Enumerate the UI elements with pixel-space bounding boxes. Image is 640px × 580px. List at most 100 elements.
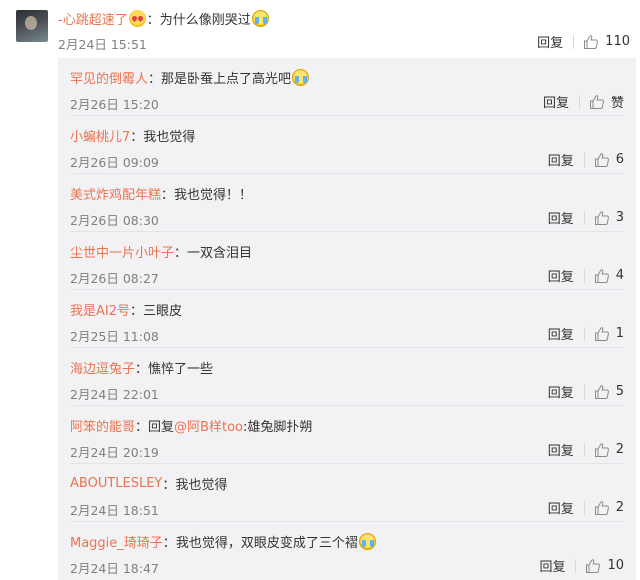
colon: ： (162, 535, 176, 551)
reply-button[interactable]: 回复 (548, 150, 574, 169)
list-item: 我是AI2号 ： 三眼皮 2月25日 11:08 回复 1 (58, 290, 636, 348)
reply-username[interactable]: ABOUTLESLEY (70, 476, 162, 491)
colon: ： (130, 303, 144, 319)
divider (583, 210, 585, 225)
avatar[interactable] (16, 10, 48, 42)
reply-time: 2月26日 08:30 (70, 213, 159, 228)
reply-time: 2月26日 09:09 (70, 155, 159, 170)
colon: ： (146, 12, 160, 28)
reply-time: 2月25日 11:08 (70, 329, 159, 344)
like-count: 1 (615, 326, 624, 341)
heart-eyes-emoji-icon (128, 9, 146, 27)
reply-time: 2月26日 15:20 (70, 97, 159, 112)
like-count: 110 (605, 34, 630, 49)
colon: ： (162, 477, 176, 493)
thumbs-up-icon[interactable] (594, 384, 610, 400)
reply-username[interactable]: 小蝙桃儿7 (70, 126, 130, 145)
divider (578, 94, 580, 109)
reply-username[interactable]: Maggie_琦琦子 (70, 532, 163, 551)
reply-prefix: 回复 (148, 419, 175, 435)
reply-button[interactable]: 回复 (548, 382, 574, 401)
like-count: 4 (615, 268, 624, 283)
reply-time: 2月24日 18:47 (70, 561, 159, 576)
reply-username[interactable]: 我是AI2号 (70, 300, 130, 319)
thumbs-up-icon[interactable] (594, 442, 610, 458)
reply-button[interactable]: 回复 (548, 208, 574, 227)
divider (583, 442, 585, 457)
thumbs-up-icon[interactable] (583, 34, 599, 50)
top-comment-time: 2月24日 15:51 (58, 37, 147, 52)
reply-username[interactable]: 罕见的倒霉人 (70, 68, 148, 87)
divider (583, 500, 585, 515)
like-count: 2 (615, 442, 624, 457)
reply-username[interactable]: 美式炸鸡配年糕 (70, 184, 161, 203)
divider (583, 268, 585, 283)
thumbs-up-icon[interactable] (589, 94, 605, 110)
thumbs-up-icon[interactable] (585, 558, 601, 574)
like-count: 赞 (610, 96, 624, 111)
list-item: 海边逗兔子 ： 憔悴了一些 2月24日 22:01 回复 5 (58, 348, 636, 406)
reply-text: 我也觉得 (175, 477, 228, 493)
list-item: 尘世中一片小叶子 ： 一双含泪目 2月26日 08:27 回复 4 (58, 232, 636, 290)
like-count: 2 (615, 500, 624, 515)
reply-button[interactable]: 回复 (548, 440, 574, 459)
cry-emoji-icon (251, 9, 269, 27)
top-comment-line: -心跳超速了 ： 为什么像刚哭过 (58, 8, 270, 28)
reply-button[interactable]: 回复 (537, 32, 563, 51)
reply-button[interactable]: 回复 (548, 498, 574, 517)
list-item: 阿笨的能哥 ： 回复 @阿B样too :雄兔脚扑朔 2月24日 20:19 回复… (58, 406, 636, 464)
list-item: Maggie_琦琦子 ： 我也觉得，双眼皮变成了三个褶 2月24日 18:47 … (58, 522, 636, 580)
thumbs-up-icon[interactable] (594, 268, 610, 284)
like-count: 6 (615, 152, 624, 167)
reply-text: 那是卧蚕上点了高光吧 (161, 71, 292, 87)
divider (573, 34, 575, 49)
reply-text: :雄兔脚扑朔 (242, 419, 313, 435)
thumbs-up-icon[interactable] (594, 210, 610, 226)
top-comment: -心跳超速了 ： 为什么像刚哭过 2月24日 15:51 回复 110 (0, 0, 640, 58)
reply-button[interactable]: 回复 (548, 266, 574, 285)
reply-text: 我也觉得！！ (174, 187, 253, 203)
thumbs-up-icon[interactable] (594, 152, 610, 168)
mention-link[interactable]: @阿B样too (174, 416, 243, 435)
list-item: ABOUTLESLEY ： 我也觉得 2月24日 18:51 回复 2 (58, 464, 636, 522)
reply-text: 我也觉得 (143, 129, 196, 145)
reply-time: 2月24日 22:01 (70, 387, 159, 402)
colon: ： (135, 419, 149, 435)
reply-text: 一双含泪目 (187, 245, 253, 261)
divider (575, 558, 577, 573)
colon: ： (174, 245, 188, 261)
cry-emoji-icon (292, 68, 310, 86)
cry-emoji-icon (358, 532, 376, 550)
colon: ： (148, 71, 162, 87)
divider (583, 326, 585, 341)
reply-button[interactable]: 回复 (539, 556, 565, 575)
reply-list: 罕见的倒霉人 ： 那是卧蚕上点了高光吧 2月26日 15:20 回复 赞 小蝙桃… (58, 58, 636, 580)
colon: ： (161, 187, 175, 203)
top-comment-username[interactable]: -心跳超速了 (58, 9, 128, 28)
list-item: 美式炸鸡配年糕 ： 我也觉得！！ 2月26日 08:30 回复 3 (58, 174, 636, 232)
reply-button[interactable]: 回复 (543, 92, 569, 111)
colon: ： (130, 129, 144, 145)
divider (583, 384, 585, 399)
divider (583, 152, 585, 167)
list-item: 小蝙桃儿7 ： 我也觉得 2月26日 09:09 回复 6 (58, 116, 636, 174)
list-item: 罕见的倒霉人 ： 那是卧蚕上点了高光吧 2月26日 15:20 回复 赞 (58, 58, 636, 116)
reply-time: 2月24日 20:19 (70, 445, 159, 460)
reply-username[interactable]: 尘世中一片小叶子 (70, 242, 174, 261)
thumbs-up-icon[interactable] (594, 326, 610, 342)
thumbs-up-icon[interactable] (594, 500, 610, 516)
reply-username[interactable]: 海边逗兔子 (70, 358, 135, 377)
like-count: 10 (607, 558, 624, 573)
reply-text: 三眼皮 (143, 303, 183, 319)
reply-username[interactable]: 阿笨的能哥 (70, 416, 135, 435)
reply-text: 我也觉得，双眼皮变成了三个褶 (175, 535, 358, 551)
reply-time: 2月26日 08:27 (70, 271, 159, 286)
colon: ： (135, 361, 149, 377)
like-count: 3 (615, 210, 624, 225)
top-comment-actions: 回复 110 (537, 32, 630, 51)
reply-time: 2月24日 18:51 (70, 503, 159, 518)
top-comment-text: 为什么像刚哭过 (159, 12, 251, 28)
reply-button[interactable]: 回复 (548, 324, 574, 343)
like-count: 5 (615, 384, 624, 399)
reply-text: 憔悴了一些 (148, 361, 214, 377)
